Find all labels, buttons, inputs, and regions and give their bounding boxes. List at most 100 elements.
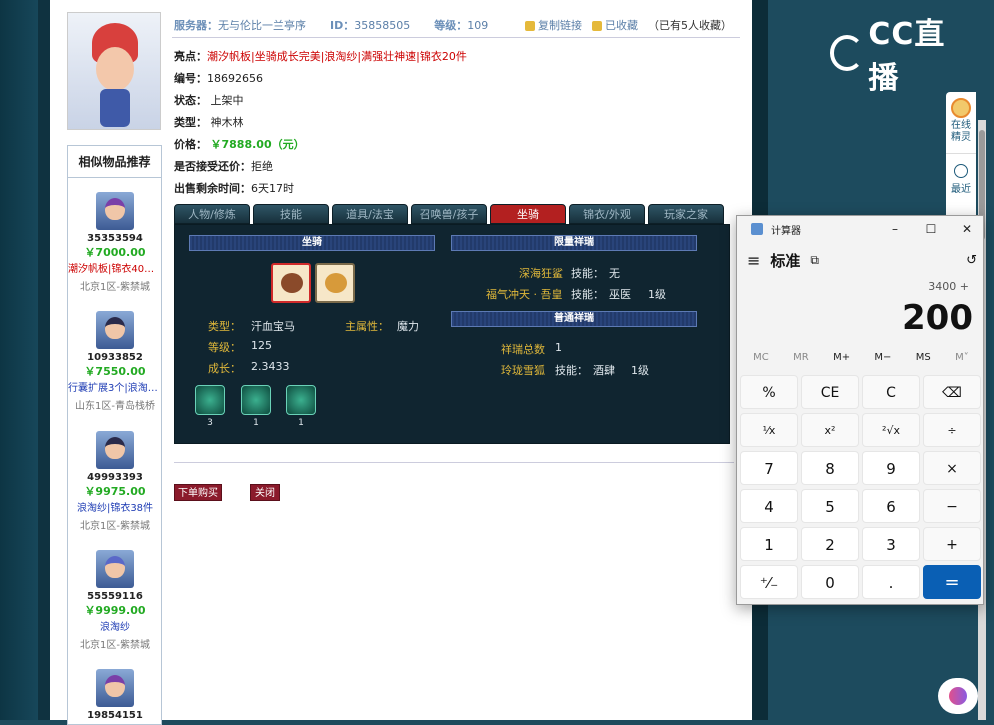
key-backspace-button[interactable]: ⌫ [923, 375, 981, 409]
level-label: 等级： [434, 18, 468, 32]
key-three-button[interactable]: 3 [862, 527, 920, 561]
similar-item[interactable]: 19854151 [68, 669, 162, 721]
server-label: 服务器： [174, 18, 218, 32]
key-plus-button[interactable]: + [923, 527, 981, 561]
character-avatar [67, 12, 161, 130]
similar-item[interactable]: 49993393 ￥9975.00 浪淘纱|锦衣38件 北京1区-紫禁城 [68, 431, 162, 532]
similar-item[interactable]: 10933852 ￥7550.00 行囊扩展3个|浪淘纱… 山东1区-青岛栈桥 [68, 311, 162, 412]
key-five-button[interactable]: 5 [801, 489, 859, 523]
limited-skill-value: 巫医 [609, 288, 631, 301]
mount-skill-count: 1 [298, 418, 304, 428]
id-label: ID： [330, 18, 355, 32]
key-reciprocal-button[interactable]: ¹⁄x [740, 413, 798, 447]
key-one-button[interactable]: 1 [740, 527, 798, 561]
mount-skill-icon-2[interactable] [241, 385, 271, 415]
favorited-button[interactable]: 已收藏 [605, 19, 638, 32]
mount-level-value: 125 [251, 339, 272, 352]
price-label: 价格： [174, 138, 207, 151]
key-four-button[interactable]: 4 [740, 489, 798, 523]
key-square-button[interactable]: x² [801, 413, 859, 447]
mount-skill-icon-1[interactable] [195, 385, 225, 415]
key-zero-button[interactable]: 0 [801, 565, 859, 599]
key-negate-button[interactable]: ⁺⁄₋ [740, 565, 798, 599]
item-id: 19854151 [87, 710, 143, 721]
key-two-button[interactable]: 2 [801, 527, 859, 561]
memory-add-button[interactable]: M+ [833, 352, 850, 370]
item-tags[interactable]: 行囊扩展3个|浪淘纱… [68, 379, 162, 394]
item-avatar[interactable] [96, 550, 134, 588]
highlight-tags: 潮汐帆板|坐骑成长完美|浪淘纱|满强壮神速|锦衣20件 [207, 50, 467, 63]
status-label: 状态： [174, 94, 207, 107]
item-avatar[interactable] [96, 192, 134, 230]
normal-total-value: 1 [555, 341, 562, 354]
copy-link-button[interactable]: 复制链接 [538, 19, 582, 32]
tab-skills[interactable]: 技能 [253, 204, 329, 224]
buy-button[interactable]: 下单购买 [174, 484, 222, 501]
key-six-button[interactable]: 6 [862, 489, 920, 523]
key-divide-button[interactable]: ÷ [923, 413, 981, 447]
mount-horse-thumb[interactable] [271, 263, 311, 303]
price-row: 价格： ￥7888.00（元） [174, 136, 305, 152]
mount-sheep-thumb[interactable] [315, 263, 355, 303]
calculator-title: 计算器 [771, 225, 801, 237]
mount-skill-icon-3[interactable] [286, 385, 316, 415]
tab-character[interactable]: 人物/修炼 [174, 204, 250, 224]
item-server: 北京1区-紫禁城 [80, 640, 150, 651]
memory-subtract-button[interactable]: M− [874, 352, 891, 370]
memory-clear-button[interactable]: MC [753, 352, 769, 370]
memory-store-button[interactable]: MS [916, 352, 931, 370]
calculator-titlebar[interactable]: 计算器 [737, 216, 983, 242]
key-minus-button[interactable]: − [923, 489, 981, 523]
history-icon[interactable]: ↺ [966, 253, 977, 268]
bargain-row: 是否接受还价：拒绝 [174, 158, 273, 174]
similar-item[interactable]: 55559116 ￥9999.00 浪淘纱 北京1区-紫禁城 [68, 550, 162, 651]
item-tags[interactable]: 潮汐帆板|锦衣40件|… [68, 260, 162, 275]
memory-list-button[interactable]: M˅ [955, 352, 969, 370]
item-tags[interactable]: 浪淘纱|锦衣38件 [68, 499, 162, 514]
item-avatar[interactable] [96, 311, 134, 349]
memory-recall-button[interactable]: MR [793, 352, 809, 370]
key-percent-button[interactable]: % [740, 375, 798, 409]
item-server: 北京1区-紫禁城 [80, 282, 150, 293]
online-sprite-label[interactable]: 在线精灵 [946, 120, 976, 144]
similar-item[interactable]: 35353594 ￥7000.00 潮汐帆板|锦衣40件|… 北京1区-紫禁城 [68, 192, 162, 293]
key-eight-button[interactable]: 8 [801, 451, 859, 485]
mount-type-label: 类型： [208, 320, 241, 333]
item-tags[interactable]: 浪淘纱 [68, 618, 162, 633]
item-avatar[interactable] [96, 669, 134, 707]
brain-assistant-button[interactable] [938, 678, 978, 714]
key-equals-button[interactable]: = [923, 565, 981, 599]
key-clear-entry-button[interactable]: CE [801, 375, 859, 409]
calculator-window: 计算器 – ☐ ✕ ≡ 标准 ⧉ ↺ 3400 + 200 MC MR M+ M… [736, 215, 984, 605]
tab-summons[interactable]: 召唤兽/孩子 [411, 204, 487, 224]
key-clear-button[interactable]: C [862, 375, 920, 409]
mount-header: 坐骑 [189, 235, 435, 251]
close-button[interactable]: 关闭 [250, 484, 280, 501]
side-widget[interactable]: 在线精灵 最近 [946, 92, 976, 222]
tab-outfits[interactable]: 锦衣/外观 [569, 204, 645, 224]
hamburger-menu-icon[interactable]: ≡ [747, 251, 760, 270]
limited-skill-label: 技能： [571, 288, 604, 301]
key-square-root-button[interactable]: ²√x [862, 413, 920, 447]
maximize-icon[interactable]: ☐ [921, 220, 941, 238]
key-multiply-button[interactable]: × [923, 451, 981, 485]
item-price: ￥9975.00 [84, 485, 146, 498]
keep-on-top-icon[interactable]: ⧉ [810, 253, 819, 268]
type-label: 类型： [174, 116, 207, 129]
background-left [0, 0, 38, 720]
key-decimal-button[interactable]: . [862, 565, 920, 599]
tab-mount[interactable]: 坐骑 [490, 204, 566, 224]
item-avatar[interactable] [96, 431, 134, 469]
close-icon[interactable]: ✕ [957, 220, 977, 238]
item-header-bar: 服务器：无与伦比一兰亭序 ID：35858505 等级：109 复制链接 已收藏… [172, 12, 740, 38]
minimize-icon[interactable]: – [885, 220, 905, 238]
key-seven-button[interactable]: 7 [740, 451, 798, 485]
tab-items[interactable]: 道具/法宝 [332, 204, 408, 224]
key-nine-button[interactable]: 9 [862, 451, 920, 485]
sidebar-title: 相似物品推荐 [68, 146, 161, 178]
recent-label[interactable]: 最近 [946, 180, 976, 195]
tab-player-home[interactable]: 玩家之家 [648, 204, 724, 224]
status-row: 状态： 上架中 [174, 92, 244, 108]
item-price: ￥7000.00 [84, 246, 146, 259]
calculator-mode: 标准 [770, 251, 801, 270]
